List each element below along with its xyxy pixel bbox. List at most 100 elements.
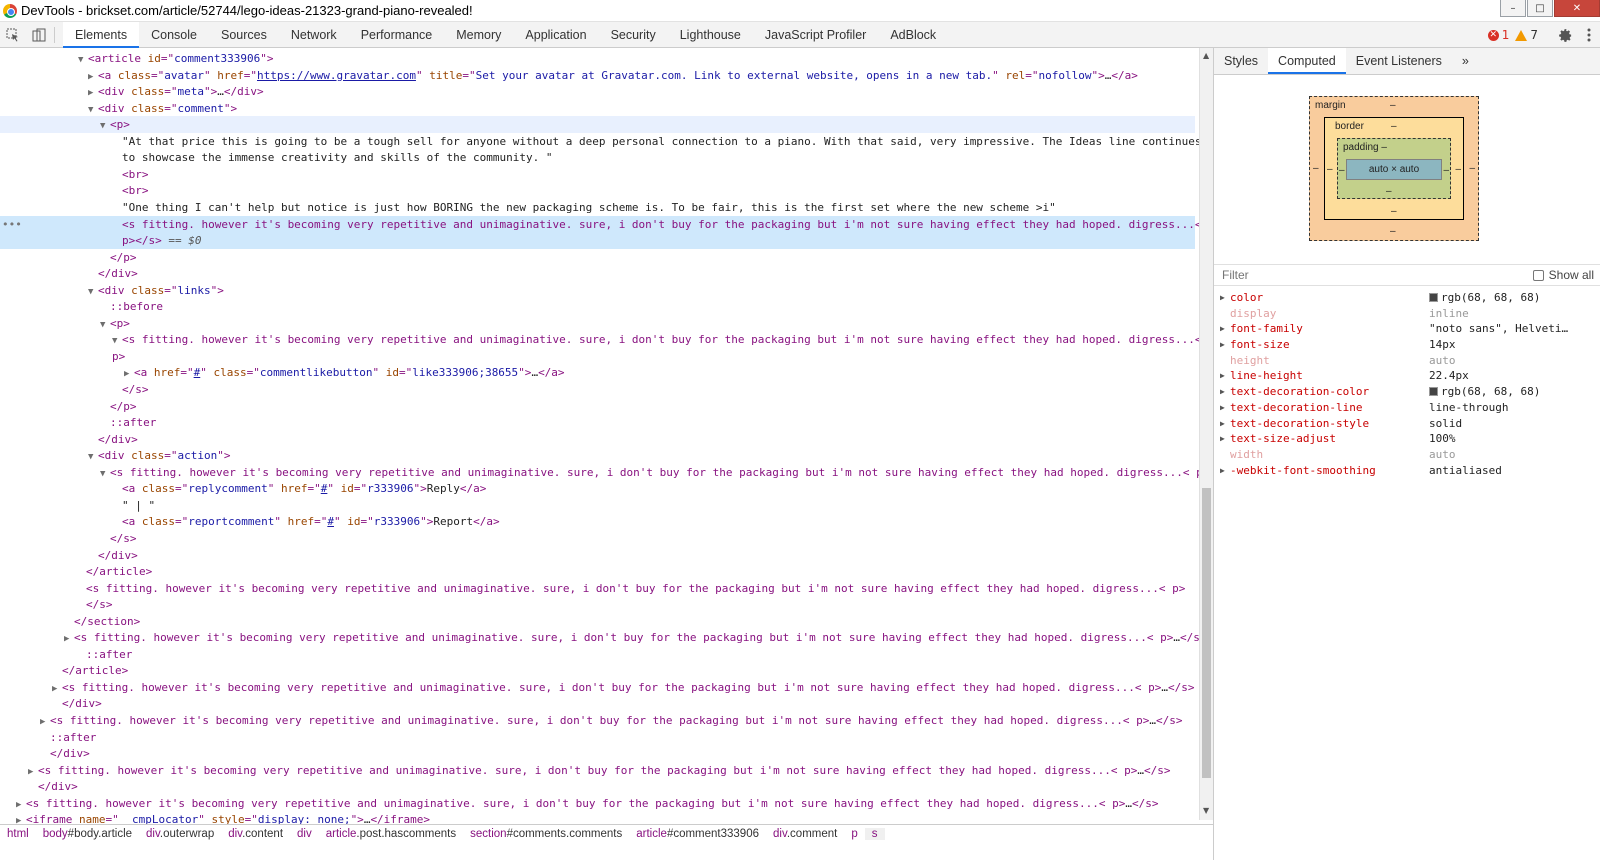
computed-property-row[interactable]: ▶ line-height 22.4px xyxy=(1214,368,1600,384)
scrollbar-thumb[interactable] xyxy=(1202,488,1211,778)
settings-gear-icon[interactable] xyxy=(1552,22,1578,48)
inspect-element-icon[interactable] xyxy=(0,22,26,48)
tab-lighthouse[interactable]: Lighthouse xyxy=(668,22,753,48)
dom-node-line[interactable]: ▼ <p> xyxy=(0,315,1195,332)
more-tabs-icon[interactable]: » xyxy=(1452,48,1479,74)
dom-node-line[interactable]: "One thing I can't help but notice is ju… xyxy=(0,199,1195,216)
dom-node-line[interactable]: ▶ <a class="avatar" href="https://www.gra… xyxy=(0,67,1195,84)
expand-triangle-icon[interactable]: ▶ xyxy=(1220,384,1225,400)
dom-node-line[interactable]: </article> xyxy=(0,662,1195,679)
dom-node-line[interactable]: ▶ <s fitting. however it's becoming very … xyxy=(0,712,1195,729)
scroll-down-icon[interactable]: ▼ xyxy=(1203,806,1209,815)
maximize-button[interactable]: □ xyxy=(1527,0,1553,17)
computed-property-row[interactable]: ▶ text-size-adjust 100% xyxy=(1214,431,1600,447)
dom-node-line[interactable]: ▶ <s fitting. however it's becoming very … xyxy=(0,629,1206,646)
tab-javascript-profiler[interactable]: JavaScript Profiler xyxy=(753,22,878,48)
dom-node-line[interactable]: to showcase the immense creativity and s… xyxy=(0,149,1195,166)
close-button[interactable]: ✕ xyxy=(1554,0,1600,17)
breadcrumb-item[interactable]: p xyxy=(844,828,864,840)
dom-node-line[interactable]: ::after xyxy=(0,646,1195,663)
node-actions-icon[interactable]: ••• xyxy=(2,216,22,233)
tab-memory[interactable]: Memory xyxy=(444,22,513,48)
breadcrumb-item[interactable]: div xyxy=(290,828,319,840)
minimize-button[interactable]: – xyxy=(1500,0,1526,17)
dom-node-line[interactable]: <br> xyxy=(0,166,1195,183)
dom-node-line[interactable]: <a class="replycomment" href="#" id="r33… xyxy=(0,480,1195,497)
breadcrumb-item[interactable]: body#body.article xyxy=(36,828,139,840)
dom-node-line[interactable]: ▼ <s fitting. however it's becoming very … xyxy=(0,331,1201,348)
computed-property-row[interactable]: ▶ font-size 14px xyxy=(1214,337,1600,353)
computed-property-row[interactable]: ▶ text-decoration-line line-through xyxy=(1214,400,1600,416)
computed-property-row[interactable]: height auto xyxy=(1214,353,1600,369)
show-all-checkbox[interactable] xyxy=(1532,269,1544,281)
computed-property-row[interactable]: ▶ -webkit-font-smoothing antialiased xyxy=(1214,463,1600,479)
computed-property-row[interactable]: ▶ font-family "noto sans", Helveti… xyxy=(1214,321,1600,337)
dom-node-line[interactable]: ▼ <div class="comment"> xyxy=(0,100,1195,117)
dom-node-line[interactable]: </s> xyxy=(0,381,1195,398)
color-swatch-icon[interactable] xyxy=(1429,293,1438,302)
tab-elements[interactable]: Elements xyxy=(63,21,140,48)
node-link[interactable]: https://www.gravatar.com xyxy=(257,69,416,82)
dom-node-line[interactable]: ::after xyxy=(0,729,1195,746)
computed-property-row[interactable]: ▶ text-decoration-color rgb(68, 68, 68) xyxy=(1214,384,1600,400)
dom-node-line[interactable]: ▶ <div class="meta">…</div> xyxy=(0,83,1195,100)
node-link[interactable]: # xyxy=(327,515,334,528)
expand-triangle-icon[interactable]: ▶ xyxy=(1220,463,1225,479)
expand-triangle-icon[interactable]: ▶ xyxy=(1220,431,1225,447)
warning-count-badge[interactable]: 7 xyxy=(1515,28,1538,42)
dom-node-line[interactable]: ▶ <s fitting. however it's becoming very … xyxy=(0,762,1195,779)
tab-sources[interactable]: Sources xyxy=(209,22,279,48)
expand-triangle-icon[interactable]: ▶ xyxy=(1220,290,1225,306)
more-options-icon[interactable] xyxy=(1578,22,1600,48)
tab-security[interactable]: Security xyxy=(599,22,668,48)
dom-node-line[interactable]: </div> xyxy=(0,547,1195,564)
scroll-up-icon[interactable]: ▲ xyxy=(1203,51,1209,60)
tab-network[interactable]: Network xyxy=(279,22,349,48)
dom-node-line[interactable]: </section> xyxy=(0,613,1195,630)
dom-node-line[interactable]: ▼ <s fitting. however it's becoming very … xyxy=(0,464,1209,481)
dom-node-line[interactable]: ▶ <s fitting. however it's becoming very … xyxy=(0,679,1195,696)
dom-node-line[interactable]: " | " xyxy=(0,497,1195,514)
dom-node-line[interactable]: </div> xyxy=(0,778,1195,795)
sidebar-tab-computed[interactable]: Computed xyxy=(1268,48,1346,74)
dom-node-line[interactable]: ▶ <s fitting. however it's becoming very … xyxy=(0,795,1195,812)
tab-console[interactable]: Console xyxy=(139,22,209,48)
expand-triangle-icon[interactable]: ▶ xyxy=(1220,400,1225,416)
dom-node-line[interactable]: </p> xyxy=(0,398,1195,415)
dom-node-line[interactable]: ••• <s fitting. however it's becoming ver… xyxy=(0,215,1201,233)
error-count-badge[interactable]: ✕ 1 xyxy=(1487,28,1509,42)
dom-node-line[interactable]: </div> xyxy=(0,265,1195,282)
breadcrumb-item[interactable]: s xyxy=(864,827,885,840)
elements-dom-tree[interactable]: ▼ <article id="comment333906"> ▶ <a class="… xyxy=(0,48,1213,836)
color-swatch-icon[interactable] xyxy=(1429,387,1438,397)
dom-node-line[interactable]: ▼ <div class="links"> xyxy=(0,282,1195,299)
show-all-toggle[interactable]: Show all xyxy=(1532,268,1594,282)
dom-node-line[interactable]: p></s> == $0 xyxy=(0,232,1195,250)
breadcrumb-item[interactable]: section#comments.comments xyxy=(463,828,629,840)
expand-triangle-icon[interactable]: ▶ xyxy=(1220,368,1225,384)
dom-node-line[interactable]: ::after xyxy=(0,414,1195,431)
breadcrumb-item[interactable]: div.content xyxy=(221,828,290,840)
dom-node-line[interactable]: </div> xyxy=(0,695,1195,712)
tab-application[interactable]: Application xyxy=(513,22,598,48)
computed-property-row[interactable]: ▶ color rgb(68, 68, 68) xyxy=(1214,290,1600,306)
expand-triangle-icon[interactable]: ▶ xyxy=(1220,416,1225,432)
computed-property-row[interactable]: display inline xyxy=(1214,306,1600,322)
breadcrumb-item[interactable]: article#comment333906 xyxy=(629,828,766,840)
dom-node-line[interactable]: </div> xyxy=(0,431,1195,448)
expand-triangle-icon[interactable]: ▶ xyxy=(1220,337,1225,353)
filter-input[interactable] xyxy=(1222,268,1482,282)
dom-node-line[interactable]: ::before xyxy=(0,298,1195,315)
computed-property-row[interactable]: ▶ text-decoration-style solid xyxy=(1214,416,1600,432)
breadcrumb-item[interactable]: html xyxy=(0,828,36,840)
dom-tree-scrollbar[interactable]: ▲ ▼ xyxy=(1199,48,1213,820)
computed-property-row[interactable]: width auto xyxy=(1214,447,1600,463)
expand-triangle-icon[interactable]: ▶ xyxy=(1220,321,1225,337)
dom-node-line[interactable]: </p> xyxy=(0,249,1195,266)
dom-node-line[interactable]: <a class="reportcomment" href="#" id="r3… xyxy=(0,513,1195,530)
dom-node-line[interactable]: ▼ <div class="action"> xyxy=(0,447,1195,464)
dom-node-line[interactable]: </s> xyxy=(0,530,1195,547)
sidebar-tab-event-listeners[interactable]: Event Listeners xyxy=(1346,48,1452,74)
dom-node-line[interactable]: "At that price this is going to be a tou… xyxy=(0,133,1201,150)
breadcrumb-item[interactable]: div.outerwrap xyxy=(139,828,221,840)
